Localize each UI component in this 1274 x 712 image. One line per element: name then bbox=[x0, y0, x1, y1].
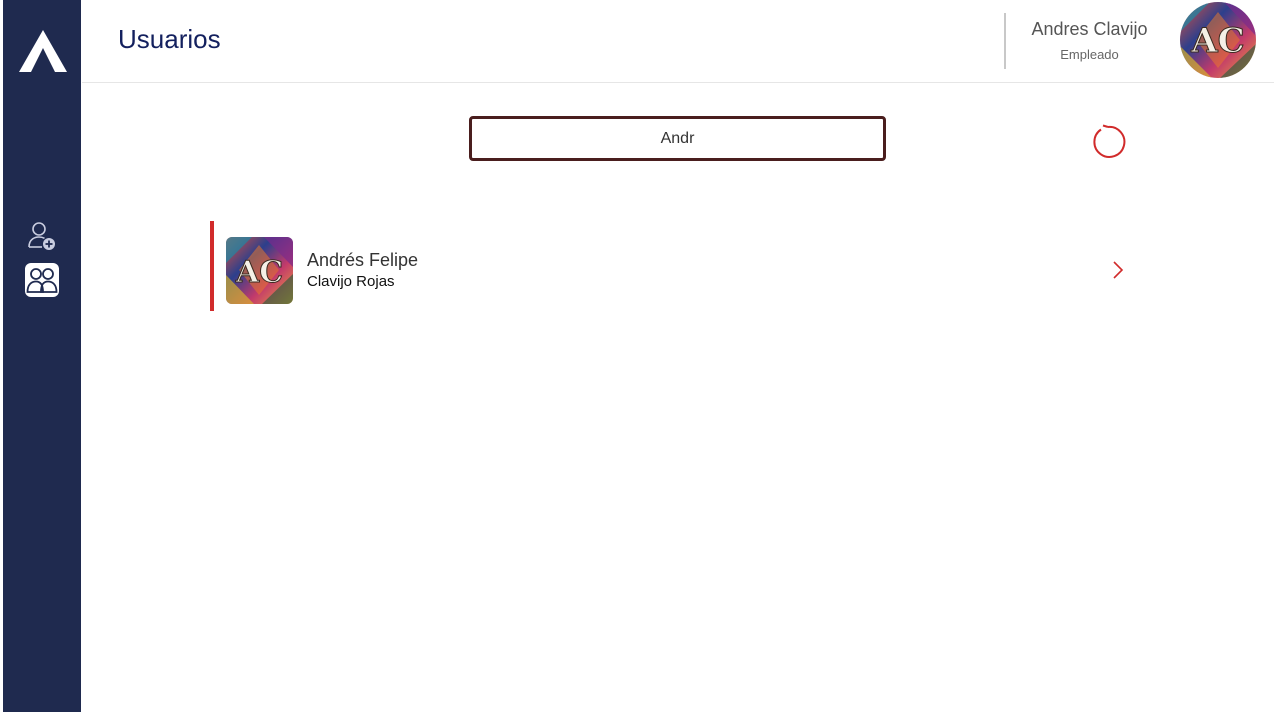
avatar[interactable]: AC bbox=[1180, 2, 1256, 78]
search-input[interactable] bbox=[469, 116, 886, 161]
refresh-button[interactable] bbox=[1088, 122, 1128, 162]
current-user-role: Empleado bbox=[1060, 47, 1119, 62]
selection-bar bbox=[210, 221, 214, 311]
sidebar-item-add-user[interactable] bbox=[25, 219, 59, 253]
user-last-name: Clavijo Rojas bbox=[307, 273, 395, 290]
header-divider bbox=[1004, 13, 1006, 69]
current-user-name: Andres Clavijo bbox=[1031, 19, 1148, 39]
add-user-icon bbox=[28, 222, 55, 250]
user-avatar-initials: AC bbox=[235, 255, 283, 290]
app-logo[interactable] bbox=[17, 28, 69, 74]
sidebar-item-users[interactable] bbox=[25, 263, 59, 297]
avatar-initials: AC bbox=[1190, 21, 1244, 61]
user-first-name: Andrés Felipe bbox=[307, 250, 419, 270]
header: Usuarios Andres Clavijo Empleado AC bbox=[82, 0, 1274, 83]
list-item[interactable]: AC Andrés Felipe Clavijo Rojas bbox=[210, 221, 1130, 311]
refresh-icon bbox=[1093, 124, 1126, 158]
page-title: Usuarios bbox=[118, 24, 221, 54]
user-avatar: AC bbox=[226, 237, 293, 304]
users-icon bbox=[26, 268, 58, 293]
sidebar bbox=[3, 0, 81, 712]
chevron-right-icon[interactable] bbox=[1110, 259, 1126, 281]
